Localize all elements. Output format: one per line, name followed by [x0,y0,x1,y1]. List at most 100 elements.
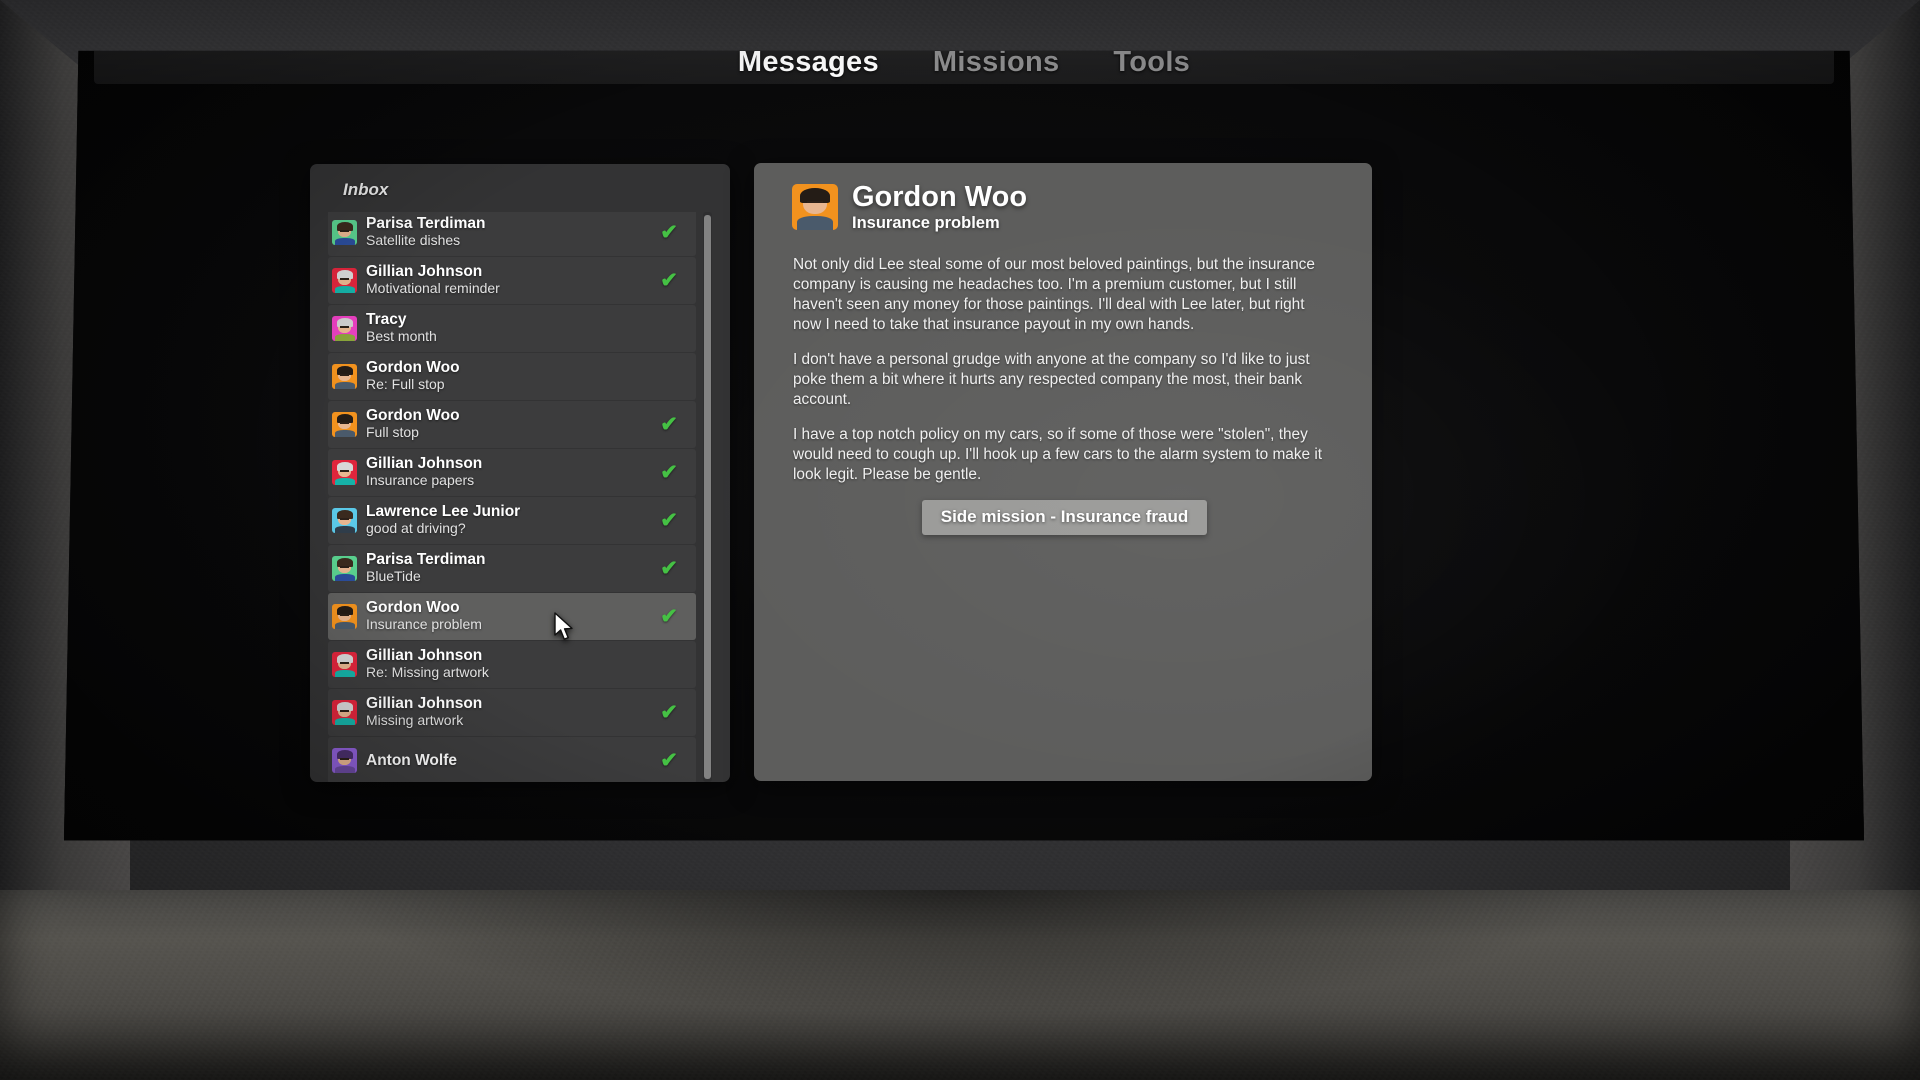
avatar-eyes [340,565,349,569]
mail-subject: Insurance problem [366,616,482,632]
mail-meta: Parisa Terdiman Satellite dishes [366,215,648,250]
avatar-body [334,573,355,581]
mail-meta: Lawrence Lee Junior good at driving? [366,503,648,538]
inbox-panel: Inbox Parisa Terdiman Satellite dishes ✔ Gi… [310,164,730,782]
mission-button-wrap: Side mission - Insurance fraud [793,500,1336,535]
mail-row[interactable]: Gordon Woo Full stop ✔ [328,401,696,448]
mail-meta: Gordon Woo Re: Full stop [366,359,648,394]
mail-avatar [332,604,357,629]
mail-row[interactable]: Gillian Johnson Motivational reminder ✔ [328,257,696,304]
avatar-body [334,333,355,341]
message-detail-header: Gordon Woo Insurance problem [754,163,1372,233]
message-paragraph: I don't have a personal grudge with anyo… [793,351,1310,408]
inbox-scroll-area[interactable]: Parisa Terdiman Satellite dishes ✔ Gillian … [328,212,712,782]
mail-meta: Gillian Johnson Missing artwork [366,695,648,730]
mail-row[interactable]: Gillian Johnson Insurance papers ✔ [328,449,696,496]
mail-row[interactable]: Parisa Terdiman Satellite dishes ✔ [328,212,696,256]
mail-row[interactable]: Gordon WooRe: Full stop✔ [328,353,696,400]
mail-subject: BlueTide [366,568,421,584]
avatar-eyes [340,229,349,233]
mail-subject: Missing artwork [366,712,464,728]
avatar-eyes [340,325,349,329]
mail-avatar [332,460,357,485]
mail-row[interactable]: TracyBest month✔ [328,305,696,352]
avatar-eyes [340,421,349,425]
avatar-body [334,285,355,293]
message-body: Not only did Lee steal some of our most … [754,233,1372,535]
mail-avatar [332,220,357,245]
mail-row[interactable]: Anton Wolfe ✔ [328,737,696,782]
avatar-eyes [340,613,349,617]
mail-read-check-icon: ✔ [660,269,678,292]
mail-meta: Gordon Woo Insurance problem [366,599,648,634]
mail-avatar [332,412,357,437]
mail-sender: Anton Wolfe [366,751,457,769]
mail-meta: Tracy Best month [366,311,648,346]
message-detail-panel: Gordon Woo Insurance problem Not only di… [754,163,1372,781]
mail-subject: Motivational reminder [366,280,500,296]
mail-meta: Anton Wolfe [366,752,648,770]
mail-read-check-icon: ✔ [660,701,678,724]
mail-read-check-icon: ✔ [660,605,678,628]
desk-surface [0,890,1920,1080]
mail-sender: Gillian Johnson [366,695,483,712]
mail-meta: Gordon Woo Full stop [366,407,648,442]
mail-meta: Gillian Johnson Motivational reminder [366,263,648,298]
avatar-eyes [340,277,349,281]
mail-subject: Full stop [366,424,419,440]
avatar-body [334,765,355,773]
mail-meta: Gillian Johnson Insurance papers [366,455,648,490]
avatar-eyes [340,469,349,473]
side-mission-button[interactable]: Side mission - Insurance fraud [921,500,1208,535]
mail-row[interactable]: Gillian JohnsonRe: Missing artwork✔ [328,641,696,688]
mail-avatar [332,748,357,773]
mail-meta: Parisa Terdiman BlueTide [366,551,648,586]
mail-read-check-icon: ✔ [660,509,678,532]
inbox-scrollbar-thumb[interactable] [704,215,711,779]
mail-read-check-icon: ✔ [660,413,678,436]
mail-avatar [332,556,357,581]
avatar-eyes [340,517,349,521]
avatar-body [334,717,355,725]
message-paragraph: Not only did Lee steal some of our most … [793,256,1315,333]
avatar-body [796,216,834,230]
avatar-eyes [807,201,823,206]
avatar-body [334,381,355,389]
sender-avatar [792,184,838,230]
mail-avatar [332,364,357,389]
mail-sender: Gordon Woo [366,359,460,376]
mail-sender: Gordon Woo [366,599,460,616]
mail-row[interactable]: Gordon Woo Insurance problem ✔ [328,593,696,640]
mail-sender: Parisa Terdiman [366,215,486,232]
mail-avatar [332,652,357,677]
sender-info: Gordon Woo Insurance problem [852,181,1027,233]
inbox-title: Inbox [343,180,389,199]
mail-sender: Gillian Johnson [366,647,483,664]
mail-avatar [332,268,357,293]
mail-meta: Gillian Johnson Re: Missing artwork [366,647,648,682]
mail-sender: Lawrence Lee Junior [366,503,521,520]
monitor-frame: Messages Missions Tools Score209 Virtuos… [64,50,1864,841]
mail-subject: good at driving? [366,520,466,536]
mail-sender: Parisa Terdiman [366,551,486,568]
inbox-scrollbar-track[interactable] [703,212,712,782]
mail-sender: Tracy [366,311,407,328]
message-paragraph: I have a top notch policy on my cars, so… [793,426,1323,483]
mail-row[interactable]: Gillian Johnson Missing artwork ✔ [328,689,696,736]
mail-row[interactable]: Lawrence Lee Junior good at driving? ✔ [328,497,696,544]
avatar-body [334,525,355,533]
sender-name: Gordon Woo [852,181,1028,213]
mail-row[interactable]: Parisa Terdiman BlueTide ✔ [328,545,696,592]
mail-sender: Gillian Johnson [366,455,483,472]
mail-read-check-icon: ✔ [660,221,678,244]
mail-subject: Re: Full stop [366,376,445,392]
mail-read-check-icon: ✔ [660,749,678,772]
mail-subject: Re: Missing artwork [366,664,489,680]
avatar-eyes [340,661,349,665]
avatar-body [334,477,355,485]
mail-read-check-icon: ✔ [660,557,678,580]
mail-read-check-icon: ✔ [660,461,678,484]
message-subject: Insurance problem [852,214,1000,232]
avatar-body [334,429,355,437]
mail-avatar [332,700,357,725]
